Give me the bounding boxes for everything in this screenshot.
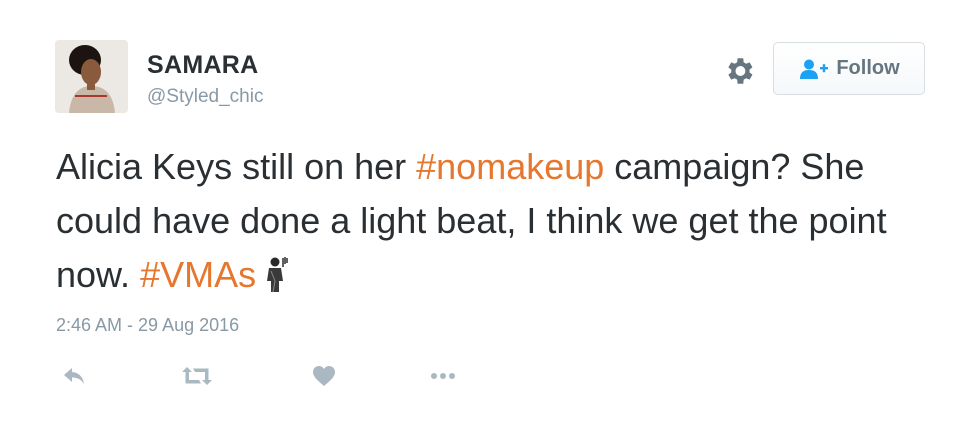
hashtag-link[interactable]: #nomakeup [416, 146, 604, 187]
more-button[interactable] [430, 360, 456, 392]
tweet-text: Alicia Keys still on her #nomakeup campa… [56, 140, 956, 308]
heart-icon [312, 365, 336, 387]
avatar[interactable] [55, 40, 128, 113]
add-user-icon [798, 58, 830, 80]
display-name[interactable]: SAMARA [147, 51, 259, 80]
user-handle[interactable]: @Styled_chic [147, 86, 263, 108]
follow-label: Follow [836, 57, 900, 79]
tweet-text-segment: Alicia Keys still on her [56, 146, 417, 187]
reply-button[interactable] [62, 360, 86, 392]
person-emoji-icon [262, 254, 290, 308]
follow-button[interactable]: Follow [773, 42, 925, 95]
reply-icon [62, 366, 86, 386]
retweet-icon [180, 365, 214, 387]
more-icon [430, 372, 456, 380]
tweet-timestamp[interactable]: 2:46 AM - 29 Aug 2016 [56, 315, 239, 336]
like-button[interactable] [312, 360, 336, 392]
hashtag-link[interactable]: #VMAs [140, 254, 256, 295]
tweet-card: SAMARA @Styled_chic Follow Alicia Keys s… [0, 0, 980, 433]
retweet-button[interactable] [180, 360, 214, 392]
gear-icon[interactable] [722, 54, 756, 88]
